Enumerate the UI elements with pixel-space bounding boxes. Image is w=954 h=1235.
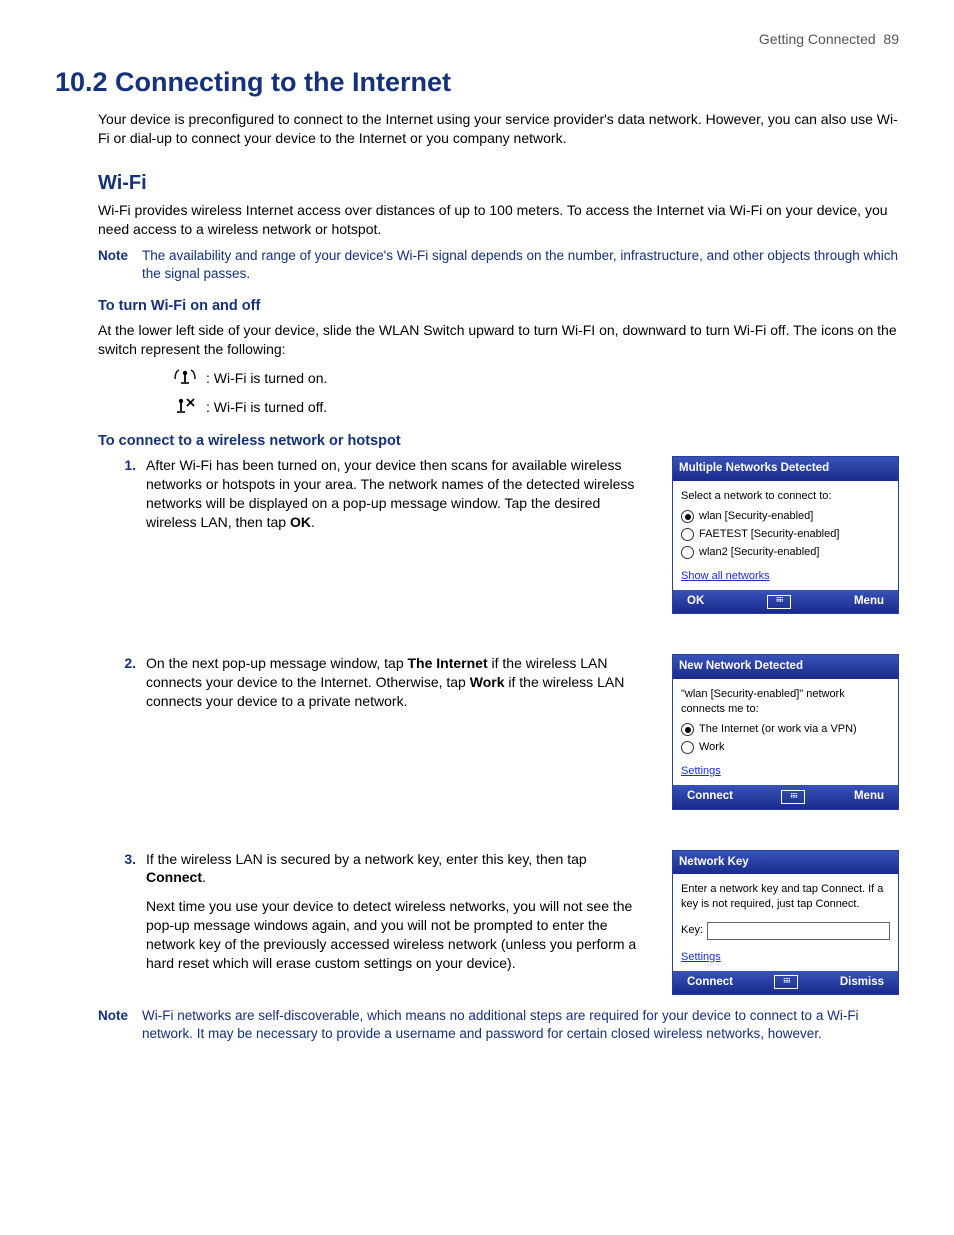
mock3-settings-link[interactable]: Settings: [681, 950, 721, 965]
mock3-key-input[interactable]: [707, 922, 890, 940]
step-1-number: 1.: [114, 456, 136, 614]
mock1-title: Multiple Networks Detected: [673, 457, 898, 481]
note-text: Wi-Fi networks are self-discoverable, wh…: [142, 1007, 899, 1043]
note-label: Note: [98, 1007, 128, 1043]
mock1-menu-button[interactable]: Menu: [854, 594, 884, 610]
radio-icon: [681, 546, 694, 559]
mock-new-network: New Network Detected "wlan [Security-ena…: [672, 654, 899, 809]
mock3-prompt: Enter a network key and tap Connect. If …: [681, 882, 890, 912]
step-2-number: 2.: [114, 654, 136, 809]
mock2-menu-button[interactable]: Menu: [854, 789, 884, 805]
page-title: 10.2 Connecting to the Internet: [55, 64, 899, 100]
page-number: 89: [883, 31, 899, 47]
step-3-number: 3.: [114, 850, 136, 996]
wifi-intro: Wi-Fi provides wireless Internet access …: [98, 201, 899, 239]
section-name: Getting Connected: [759, 31, 876, 47]
radio-selected-icon: [681, 510, 694, 523]
mock1-ok-button[interactable]: OK: [687, 594, 704, 610]
mock1-option-2[interactable]: FAETEST [Security-enabled]: [681, 527, 890, 542]
wifi-off-icon: [170, 396, 200, 419]
mock3-key-label: Key:: [681, 923, 703, 938]
keyboard-icon[interactable]: [781, 790, 805, 804]
radio-selected-icon: [681, 723, 694, 736]
connect-heading: To connect to a wireless network or hots…: [98, 432, 899, 452]
mock2-option-internet[interactable]: The Internet (or work via a VPN): [681, 722, 890, 737]
wifi-off-row: : Wi-Fi is turned off.: [170, 396, 899, 419]
mock-network-key: Network Key Enter a network key and tap …: [672, 850, 899, 996]
wifi-on-row: : Wi-Fi is turned on.: [170, 367, 899, 390]
keyboard-icon[interactable]: [767, 595, 791, 609]
mock2-option-work[interactable]: Work: [681, 740, 890, 755]
mock3-dismiss-button[interactable]: Dismiss: [840, 975, 884, 991]
mock2-settings-link[interactable]: Settings: [681, 764, 721, 779]
mock2-prompt: "wlan [Security-enabled]" network connec…: [681, 687, 890, 717]
wifi-on-icon: [170, 367, 200, 390]
mock3-title: Network Key: [673, 851, 898, 875]
mock1-option-3[interactable]: wlan2 [Security-enabled]: [681, 545, 890, 560]
note-label: Note: [98, 247, 128, 283]
mock2-title: New Network Detected: [673, 655, 898, 679]
mock2-connect-button[interactable]: Connect: [687, 789, 733, 805]
mock-multiple-networks: Multiple Networks Detected Select a netw…: [672, 456, 899, 614]
mock3-connect-button[interactable]: Connect: [687, 975, 733, 991]
wifi-heading: Wi-Fi: [98, 170, 899, 197]
running-header: Getting Connected 89: [55, 30, 899, 49]
wifi-on-label: : Wi-Fi is turned on.: [206, 369, 327, 388]
mock1-prompt: Select a network to connect to:: [681, 489, 890, 504]
note-2: Note Wi-Fi networks are self-discoverabl…: [98, 1007, 899, 1043]
intro-paragraph: Your device is preconfigured to connect …: [98, 110, 899, 148]
note-1: Note The availability and range of your …: [98, 247, 899, 283]
keyboard-icon[interactable]: [774, 975, 798, 989]
radio-icon: [681, 741, 694, 754]
step-1-body: After Wi-Fi has been turned on, your dev…: [146, 456, 642, 614]
onoff-text: At the lower left side of your device, s…: [98, 321, 899, 359]
step-3-body: If the wireless LAN is secured by a netw…: [146, 850, 642, 996]
radio-icon: [681, 528, 694, 541]
mock1-option-1[interactable]: wlan [Security-enabled]: [681, 509, 890, 524]
onoff-heading: To turn Wi-Fi on and off: [98, 297, 899, 317]
note-text: The availability and range of your devic…: [142, 247, 899, 283]
wifi-off-label: : Wi-Fi is turned off.: [206, 398, 327, 417]
mock1-show-all-link[interactable]: Show all networks: [681, 569, 770, 584]
step-2-body: On the next pop-up message window, tap T…: [146, 654, 642, 809]
